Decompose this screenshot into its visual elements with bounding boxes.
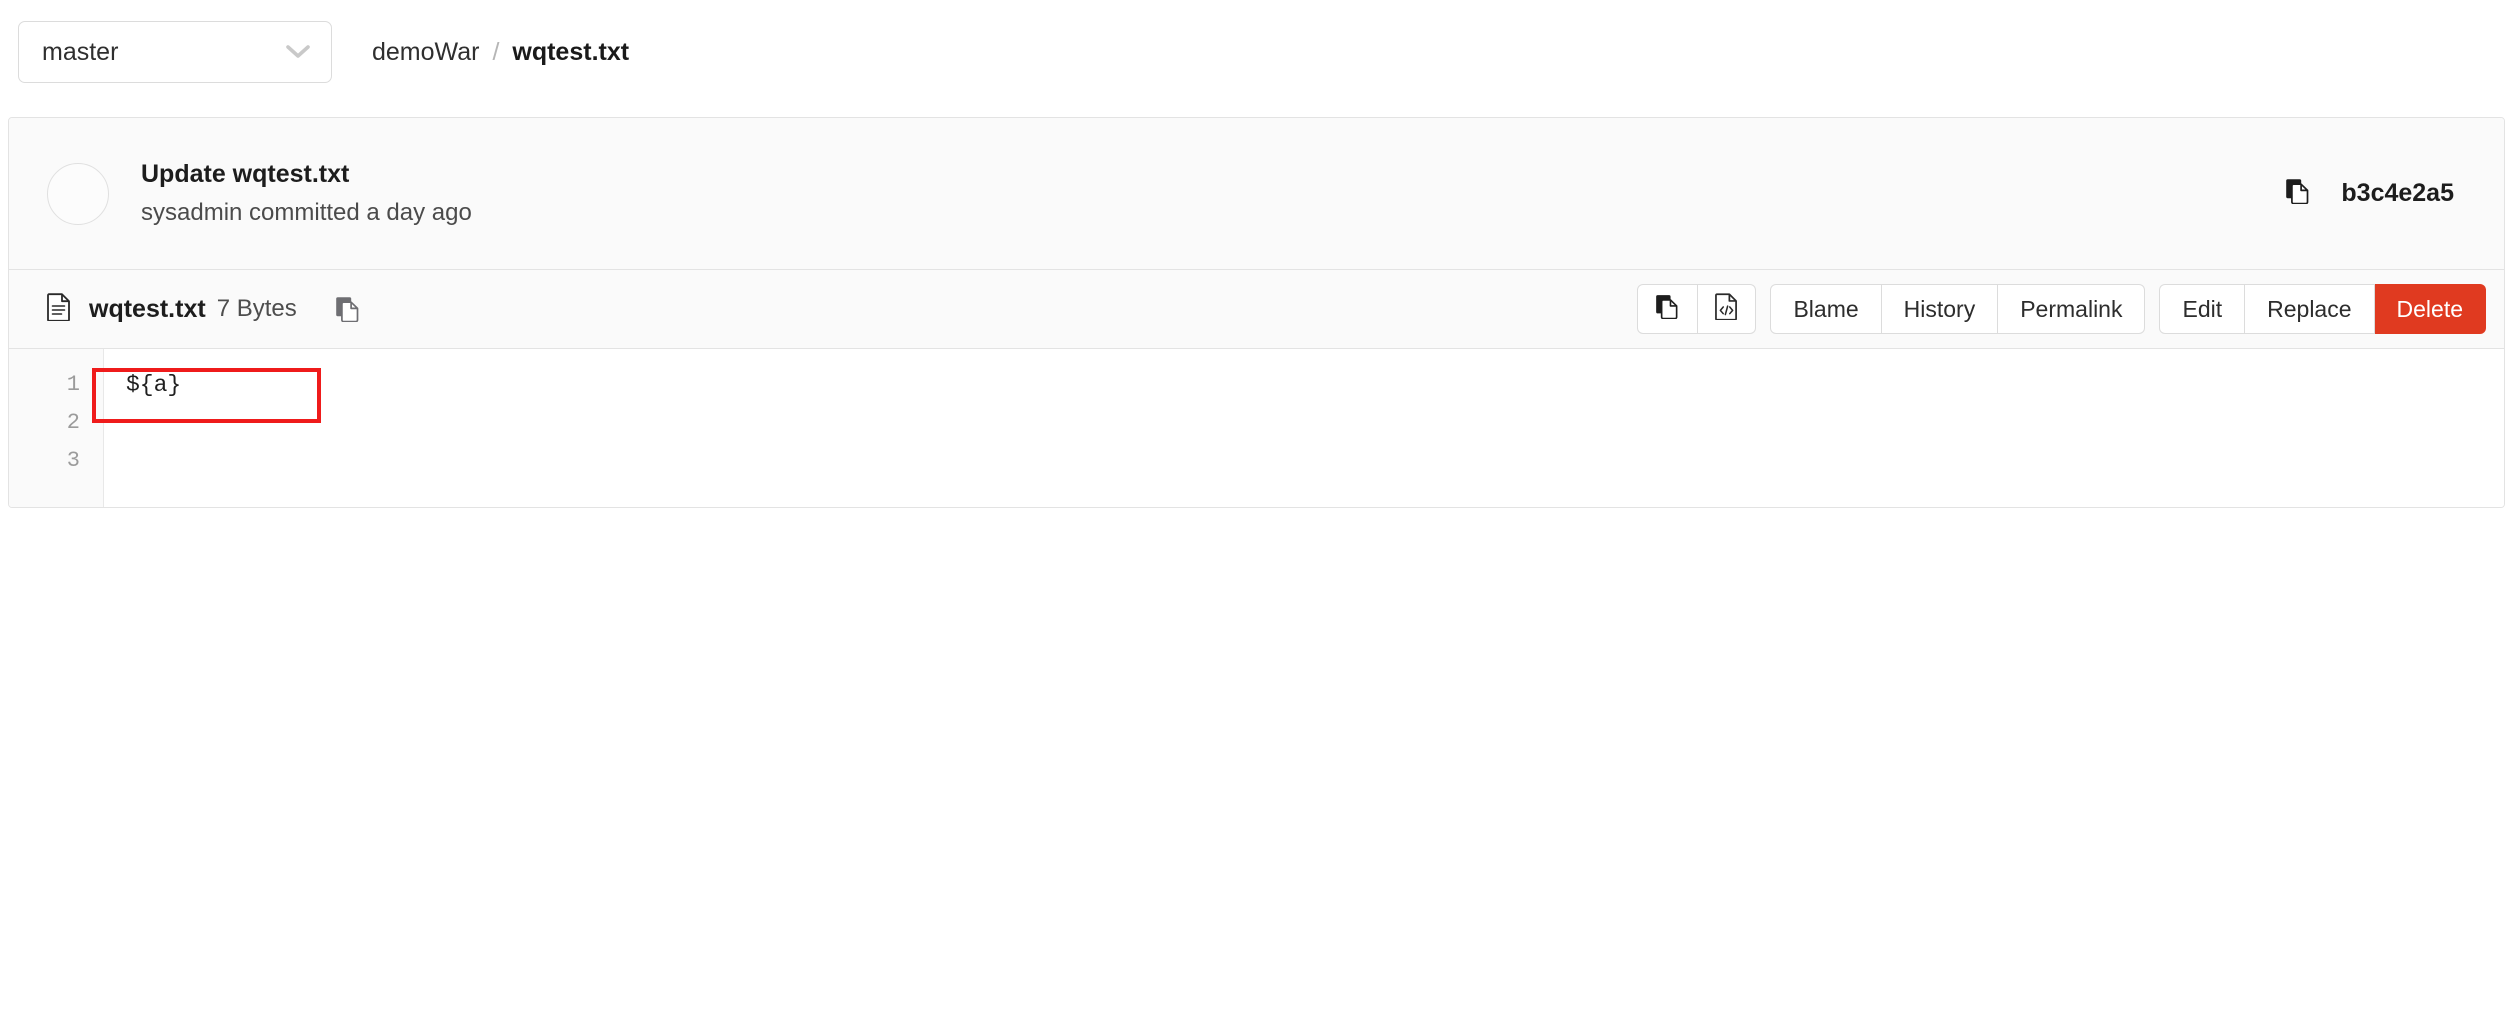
code-line: ${a}: [126, 372, 182, 398]
commit-header: Update wqtest.txt sysadmin committed a d…: [9, 118, 2504, 270]
commit-info: Update wqtest.txt sysadmin committed a d…: [141, 159, 2285, 227]
line-number-gutter: 1 2 3: [9, 349, 104, 507]
copy-icon[interactable]: [2285, 178, 2311, 209]
file-identity: wqtest.txt 7 Bytes: [47, 292, 1637, 326]
copy-icon: [1655, 294, 1680, 325]
copy-contents-button[interactable]: [1637, 284, 1699, 334]
breadcrumb: demoWar / wqtest.txt: [372, 38, 629, 67]
copy-icon[interactable]: [335, 296, 361, 322]
edit-button[interactable]: Edit: [2159, 284, 2246, 334]
blame-button[interactable]: Blame: [1770, 284, 1882, 334]
commit-message[interactable]: Update wqtest.txt: [141, 159, 2285, 190]
history-button[interactable]: History: [1881, 284, 1999, 334]
file-header-bar: wqtest.txt 7 Bytes Blame History Permali…: [9, 270, 2504, 349]
avatar: [47, 162, 109, 225]
top-bar: master demoWar / wqtest.txt: [0, 0, 2508, 104]
icon-button-group: [1637, 284, 1757, 334]
file-view-page: master demoWar / wqtest.txt Update wqtes…: [0, 0, 2508, 1026]
branch-selector[interactable]: master: [18, 21, 332, 83]
edit-button-group: Edit Replace Delete: [2159, 284, 2486, 334]
file-size: 7 Bytes: [216, 295, 297, 322]
code-content[interactable]: ${a}: [104, 349, 2504, 507]
code-viewer: 1 2 3 ${a}: [9, 349, 2504, 507]
replace-button[interactable]: Replace: [2245, 284, 2375, 334]
file-name: wqtest.txt: [89, 294, 206, 323]
commit-meta: sysadmin committed a day ago: [141, 198, 472, 226]
breadcrumb-separator: /: [492, 37, 500, 66]
file-actions: Blame History Permalink Edit Replace Del…: [1637, 284, 2486, 334]
chevron-down-icon: [285, 44, 311, 60]
line-number: 2: [66, 410, 80, 435]
code-file-icon: [1715, 292, 1738, 326]
file-panel: Update wqtest.txt sysadmin committed a d…: [8, 117, 2505, 508]
raw-code-button[interactable]: [1698, 284, 1757, 334]
branch-selector-value: master: [42, 37, 119, 66]
commit-sha-group: b3c4e2a5: [2285, 178, 2472, 209]
view-button-group: Blame History Permalink: [1770, 284, 2146, 334]
permalink-button[interactable]: Permalink: [1998, 284, 2146, 334]
file-text-icon: [47, 292, 71, 326]
delete-button[interactable]: Delete: [2374, 284, 2486, 334]
line-number: 3: [66, 448, 80, 473]
breadcrumb-file: wqtest.txt: [512, 37, 630, 66]
line-number: 1: [66, 372, 80, 397]
commit-sha[interactable]: b3c4e2a5: [2341, 179, 2454, 208]
breadcrumb-repo[interactable]: demoWar: [372, 38, 479, 67]
